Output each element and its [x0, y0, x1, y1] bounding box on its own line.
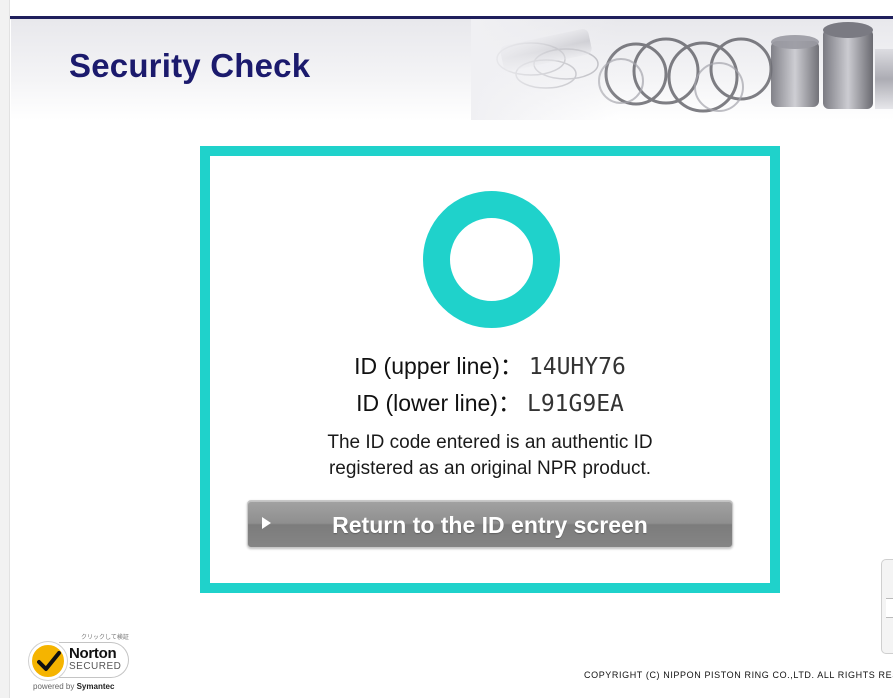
id-lower-value: L91G9EA	[526, 391, 624, 417]
powered-prefix: powered by	[33, 682, 75, 691]
header-banner: Security Check	[11, 19, 893, 120]
id-upper-value: 14UHY76	[528, 354, 626, 380]
seal-brand: Norton	[69, 645, 117, 662]
side-feedback-tab[interactable]	[881, 559, 893, 654]
authentic-message-line2: registered as an original NPR product.	[328, 458, 652, 479]
piston-rings-banner	[471, 19, 893, 120]
return-to-entry-button[interactable]: Return to the ID entry screen	[247, 500, 733, 548]
page-title: Security Check	[69, 47, 311, 84]
copyright-footer: COPYRIGHT (C) NIPPON PISTON RING CO.,LTD…	[584, 670, 893, 680]
id-upper-label: ID (upper line)：	[354, 353, 523, 379]
page: Security Check ID (upper line)： 14UHY76 …	[0, 0, 893, 698]
norton-secured-seal[interactable]: クリックして検証 Norton SECURED powered by Syman…	[29, 632, 133, 692]
side-tab-slot	[886, 598, 893, 618]
id-lower-label: ID (lower line)：	[356, 390, 521, 416]
seal-powered-by: powered by Symantec	[33, 682, 114, 691]
seal-secured-text: SECURED	[69, 661, 122, 672]
left-edge-divider	[0, 0, 10, 698]
powered-company: Symantec	[76, 682, 115, 691]
authentic-message-line1: The ID code entered is an authentic ID	[327, 432, 653, 453]
id-lower-line: ID (lower line)： L91G9EA	[210, 384, 770, 418]
verification-result-card: ID (upper line)： 14UHY76 ID (lower line)：…	[200, 146, 780, 593]
return-button-label: Return to the ID entry screen	[332, 512, 648, 538]
seal-verify-note: クリックして検証	[81, 635, 129, 641]
circle-ok-icon	[423, 191, 560, 328]
id-upper-line: ID (upper line)： 14UHY76	[210, 347, 770, 381]
checkmark-icon	[29, 642, 67, 680]
